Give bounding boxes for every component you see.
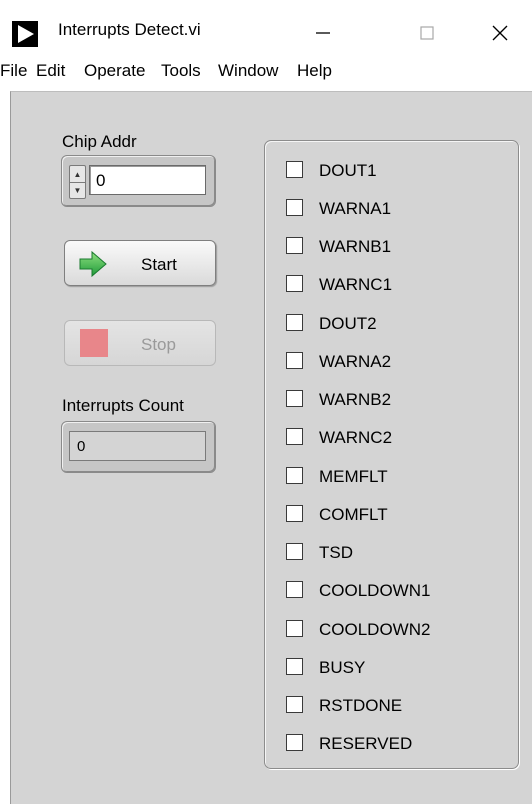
checkbox[interactable] [286,467,303,484]
checkbox-label: WARNB1 [319,237,392,256]
checkbox[interactable] [286,734,303,751]
stop-square-icon [80,329,108,357]
checkbox-label: COOLDOWN2 [319,620,431,639]
checkbox-label: MEMFLT [319,467,388,486]
maximize-button[interactable] [404,10,450,56]
minimize-icon [316,32,330,34]
checkbox[interactable] [286,237,303,254]
checkbox[interactable] [286,581,303,598]
menu-help[interactable]: Help [297,61,332,81]
menu-operate[interactable]: Operate [84,61,145,81]
stop-button-label: Stop [141,335,176,354]
checkbox-label: DOUT2 [319,314,377,333]
menu-edit[interactable]: Edit [36,61,65,81]
interrupts-count-value: 0 [69,431,206,461]
stop-button[interactable]: Stop [64,320,216,366]
checkbox-label: WARNC1 [319,275,393,294]
labview-run-arrow-icon [12,21,38,47]
checkbox-label: COMFLT [319,505,388,524]
menu-window[interactable]: Window [218,61,278,81]
close-button[interactable] [477,10,523,56]
checkbox[interactable] [286,314,303,331]
checkbox-label: WARNA1 [319,199,392,218]
maximize-icon [420,26,434,40]
menu-file[interactable]: File [0,61,27,81]
checkbox[interactable] [286,390,303,407]
checkbox-label: WARNB2 [319,390,392,409]
window-title: Interrupts Detect.vi [58,20,201,39]
checkbox-label: WARNA2 [319,352,392,371]
checkbox[interactable] [286,505,303,522]
menu-tools[interactable]: Tools [161,61,201,81]
interrupts-count-label: Interrupts Count [62,396,184,415]
decrement-arrow-icon[interactable]: ▼ [70,182,85,198]
chip-addr-label: Chip Addr [62,132,137,151]
checkbox[interactable] [286,352,303,369]
increment-arrow-icon[interactable]: ▲ [70,166,85,183]
close-icon [492,25,508,41]
chip-addr-control: ▲ ▼ 0 [61,155,216,207]
checkbox-label: RESERVED [319,734,413,753]
start-button[interactable]: Start [64,240,216,286]
menu-bar: File Edit Operate Tools Window Help [0,58,532,88]
vi-window: Interrupts Detect.vi File Edit Operate T… [0,0,532,804]
checkbox[interactable] [286,275,303,292]
checkbox[interactable] [286,696,303,713]
start-button-label: Start [141,255,177,274]
chip-addr-spinner[interactable]: ▲ ▼ [69,165,86,199]
minimize-button[interactable] [300,10,346,56]
checkbox[interactable] [286,199,303,216]
interrupts-cluster: DOUT1 WARNA1 WARNB1 WARNC1 DOUT2 WARNA2 … [264,140,519,769]
checkbox-label: COOLDOWN1 [319,581,431,600]
checkbox[interactable] [286,620,303,637]
front-panel: Chip Addr ▲ ▼ 0 Start Stop Interrupts Co… [10,91,532,804]
green-arrow-icon [79,250,107,278]
checkbox[interactable] [286,428,303,445]
interrupts-count-indicator: 0 [61,421,216,473]
checkbox-label: DOUT1 [319,161,377,180]
title-bar[interactable]: Interrupts Detect.vi [0,0,532,58]
checkbox[interactable] [286,658,303,675]
checkbox-label: WARNC2 [319,428,393,447]
chip-addr-input[interactable]: 0 [89,165,206,195]
checkbox[interactable] [286,161,303,178]
checkbox[interactable] [286,543,303,560]
checkbox-label: TSD [319,543,353,562]
checkbox-label: BUSY [319,658,366,677]
checkbox-label: RSTDONE [319,696,403,715]
